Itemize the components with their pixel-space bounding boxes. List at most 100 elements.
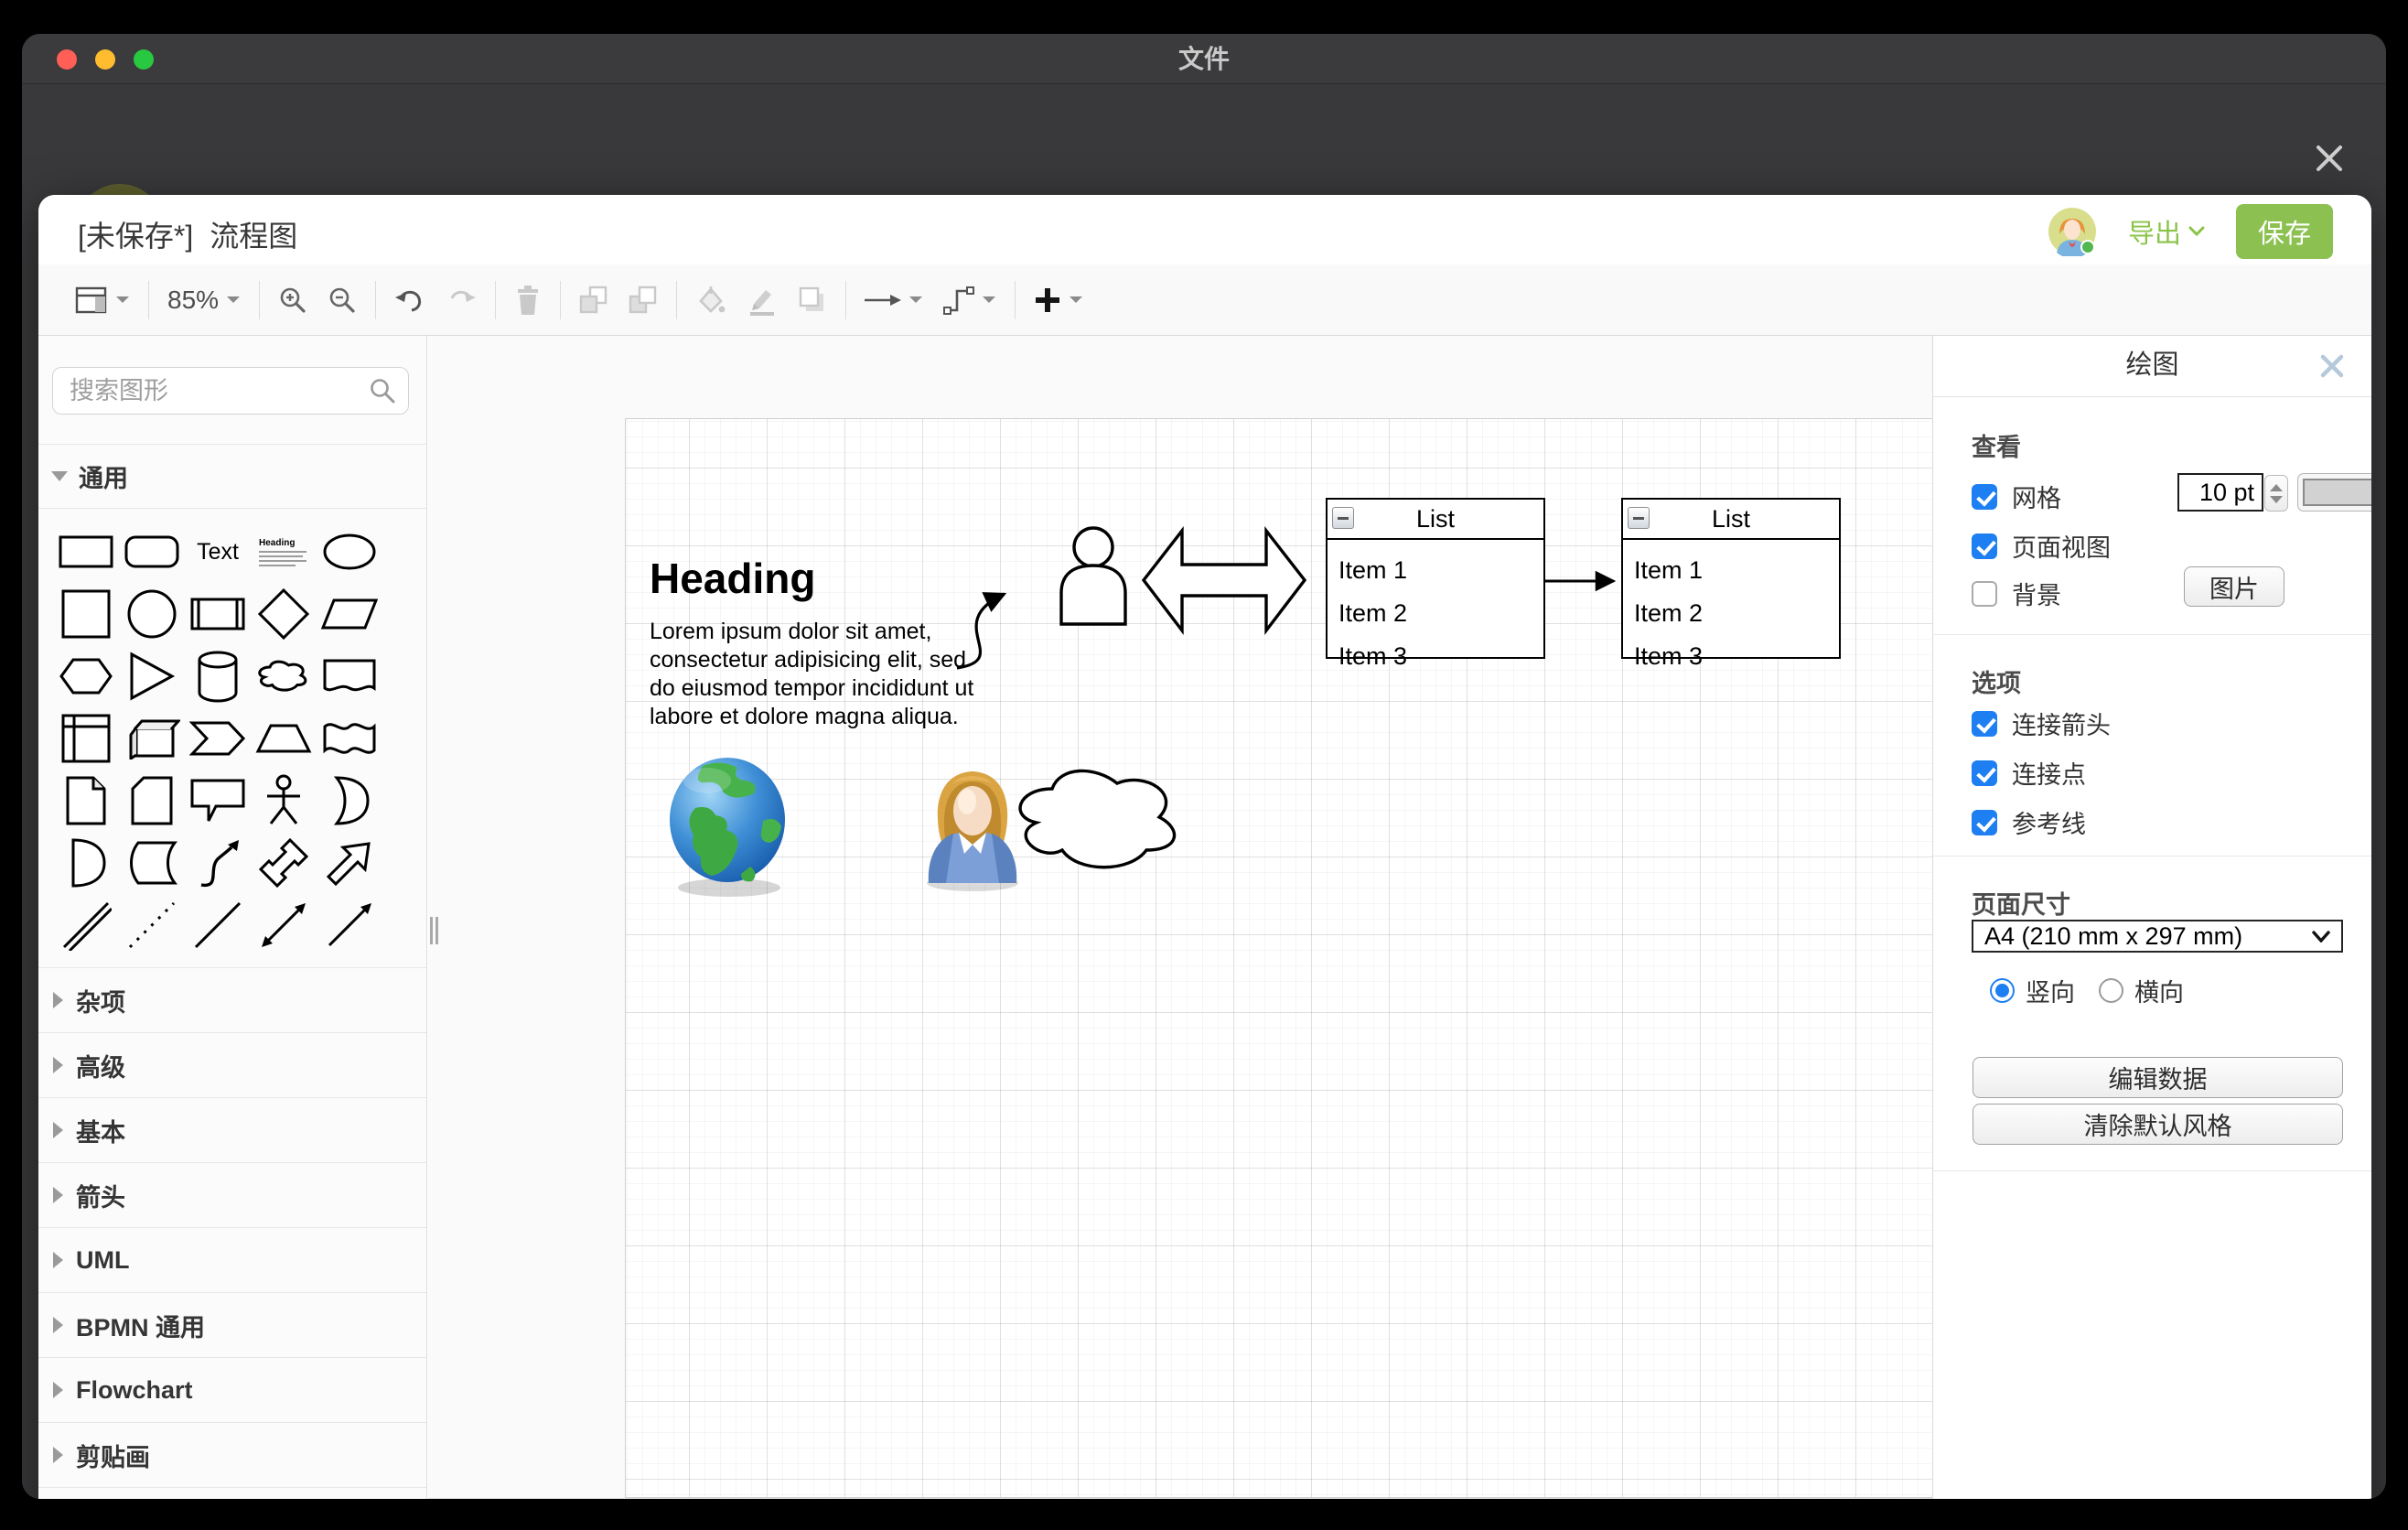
shape-internal-storage[interactable] — [53, 707, 119, 770]
shape-note[interactable] — [53, 770, 119, 832]
shape-circle[interactable] — [119, 583, 185, 645]
list-shape[interactable]: List Item 1 Item 2 Item 3 — [1621, 498, 1841, 659]
fill-color-icon[interactable] — [695, 285, 726, 316]
zoom-level-dropdown[interactable]: 85% — [167, 286, 241, 315]
shape-card[interactable] — [119, 770, 185, 832]
grid-color-swatch[interactable] — [2297, 473, 2371, 512]
shape-actor[interactable] — [251, 770, 317, 832]
woman-clipart[interactable] — [927, 771, 1018, 891]
search-shapes-input[interactable] — [52, 367, 409, 415]
double-arrow-shape[interactable] — [1144, 531, 1305, 630]
shape-rounded-rectangle[interactable] — [119, 521, 185, 583]
portrait-radio[interactable] — [1990, 978, 2015, 1003]
delete-icon[interactable] — [514, 285, 542, 316]
sidebar-section-misc[interactable]: 杂项 — [38, 967, 426, 1032]
user-avatar[interactable] — [2048, 207, 2097, 256]
close-overlay-icon[interactable] — [2313, 142, 2346, 175]
connection-arrows-checkbox[interactable] — [1972, 711, 1997, 737]
redo-icon[interactable] — [446, 286, 477, 314]
shape-arrow[interactable] — [317, 832, 382, 894]
toggle-format-panel-button[interactable] — [75, 286, 130, 315]
shape-triangle[interactable] — [119, 645, 185, 707]
edit-data-button[interactable]: 编辑数据 — [1973, 1057, 2343, 1098]
list-item[interactable]: Item 2 — [1634, 592, 1839, 635]
save-button[interactable]: 保存 — [2236, 204, 2333, 259]
shape-cube[interactable] — [119, 707, 185, 770]
export-button[interactable]: 导出 — [2128, 212, 2205, 251]
list-shape[interactable]: List Item 1 Item 2 Item 3 — [1326, 498, 1545, 659]
grid-size-stepper[interactable] — [2264, 475, 2288, 512]
globe-clipart[interactable] — [670, 758, 785, 897]
guides-checkbox[interactable] — [1972, 810, 1997, 835]
shape-tape[interactable] — [317, 707, 382, 770]
waypoint-style-dropdown[interactable] — [943, 285, 996, 316]
background-image-button[interactable]: 图片 — [2184, 566, 2284, 607]
shape-parallelogram[interactable] — [317, 583, 382, 645]
shape-curve[interactable] — [185, 832, 251, 894]
sidebar-section-uml[interactable]: UML — [38, 1227, 426, 1292]
shape-step[interactable] — [185, 707, 251, 770]
to-back-icon[interactable] — [629, 286, 658, 315]
insert-dropdown[interactable] — [1034, 286, 1083, 314]
cloud-shape[interactable] — [1020, 770, 1174, 867]
shape-and[interactable] — [53, 832, 119, 894]
shape-hexagon[interactable] — [53, 645, 119, 707]
shape-ellipse[interactable] — [317, 521, 382, 583]
person-shape[interactable] — [1061, 528, 1125, 624]
shape-rectangle[interactable] — [53, 521, 119, 583]
page-view-checkbox[interactable] — [1972, 533, 1997, 559]
connection-style-dropdown[interactable] — [865, 295, 923, 306]
zoom-in-icon[interactable] — [278, 286, 307, 315]
sidebar-section-advanced[interactable]: 高级 — [38, 1032, 426, 1097]
minimize-window-button[interactable] — [95, 49, 115, 70]
shape-text[interactable]: Text — [185, 521, 251, 583]
canvas-heading-text[interactable]: Heading — [650, 554, 815, 603]
sidebar-section-general[interactable]: 通用 — [38, 444, 426, 508]
sidebar-section-basic[interactable]: 基本 — [38, 1097, 426, 1162]
page-size-select[interactable]: A4 (210 mm x 297 mm) — [1972, 920, 2343, 953]
shape-data-storage[interactable] — [119, 832, 185, 894]
shape-directional-connector[interactable] — [317, 894, 382, 956]
shape-dashed-line[interactable] — [119, 894, 185, 956]
line-color-icon[interactable] — [747, 285, 778, 316]
list-item[interactable]: Item 2 — [1338, 592, 1543, 635]
list-item[interactable]: Item 1 — [1338, 549, 1543, 592]
shadow-icon[interactable] — [798, 286, 827, 315]
shape-link[interactable] — [53, 894, 119, 956]
shape-process[interactable] — [185, 583, 251, 645]
sidebar-section-clipart[interactable]: 剪贴画 — [38, 1422, 426, 1487]
list-item[interactable]: Item 3 — [1634, 635, 1839, 678]
clear-default-style-button[interactable]: 清除默认风格 — [1973, 1104, 2343, 1145]
shape-document[interactable] — [317, 645, 382, 707]
background-checkbox[interactable] — [1972, 581, 1997, 607]
landscape-radio[interactable] — [2099, 978, 2123, 1003]
collapse-list-button[interactable] — [1332, 507, 1354, 529]
shape-bidirectional-connector[interactable] — [251, 894, 317, 956]
grid-size-input[interactable] — [2177, 473, 2263, 512]
close-panel-icon[interactable] — [2318, 352, 2346, 380]
shape-textbox[interactable]: Heading — [251, 521, 317, 583]
shape-bidirectional-arrow[interactable] — [251, 832, 317, 894]
shape-diamond[interactable] — [251, 583, 317, 645]
sidebar-section-bpmn[interactable]: BPMN 通用 — [38, 1292, 426, 1357]
drawing-canvas[interactable]: Heading Lorem ipsum dolor sit amet, cons… — [428, 336, 1969, 1499]
shape-cylinder[interactable] — [185, 645, 251, 707]
shape-square[interactable] — [53, 583, 119, 645]
to-front-icon[interactable] — [579, 286, 608, 315]
shape-cloud[interactable] — [251, 645, 317, 707]
maximize-window-button[interactable] — [134, 49, 154, 70]
grid-checkbox[interactable] — [1972, 484, 1997, 510]
undo-icon[interactable] — [394, 286, 425, 314]
sidebar-section-flowchart[interactable]: Flowchart — [38, 1357, 426, 1422]
shape-or[interactable] — [317, 770, 382, 832]
shape-trapezoid[interactable] — [251, 707, 317, 770]
sidebar-resize-handle[interactable] — [430, 917, 439, 948]
connection-points-checkbox[interactable] — [1972, 760, 1997, 786]
collapse-list-button[interactable] — [1628, 507, 1650, 529]
shape-callout[interactable] — [185, 770, 251, 832]
list-item[interactable]: Item 3 — [1338, 635, 1543, 678]
list-item[interactable]: Item 1 — [1634, 549, 1839, 592]
shape-line[interactable] — [185, 894, 251, 956]
zoom-out-icon[interactable] — [328, 286, 357, 315]
canvas-paragraph-text[interactable]: Lorem ipsum dolor sit amet, consectetur … — [650, 618, 973, 731]
